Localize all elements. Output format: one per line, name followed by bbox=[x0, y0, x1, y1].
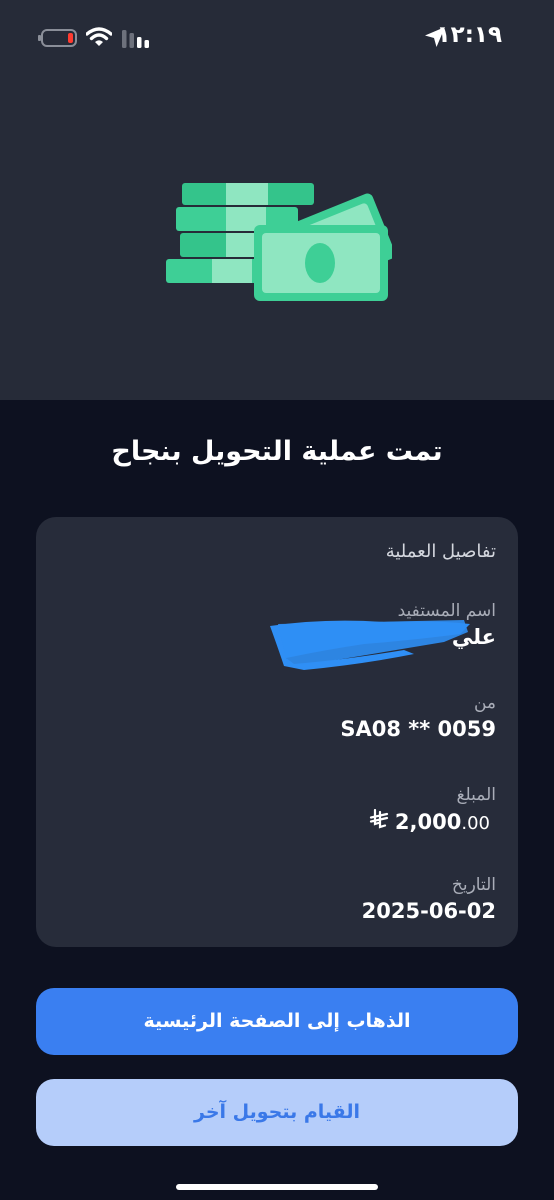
amount-decimal: .00 bbox=[461, 813, 490, 834]
go-home-button[interactable]: الذهاب إلى الصفحة الرئيسية bbox=[36, 988, 518, 1055]
battery-low-icon bbox=[38, 29, 77, 47]
from-field: من SA08 ** 0059 bbox=[56, 693, 496, 741]
from-label: من bbox=[473, 693, 496, 713]
new-transfer-button[interactable]: القيام بتحويل آخر bbox=[36, 1079, 518, 1146]
home-indicator[interactable] bbox=[176, 1184, 378, 1190]
cellular-signal-icon bbox=[122, 30, 149, 48]
hero-banner: ١٢:١٩ bbox=[0, 0, 554, 400]
success-title: تمت عملية التحويل بنجاح bbox=[111, 436, 443, 467]
date-field: التاريخ 2025-06-02 bbox=[56, 875, 496, 923]
transfer-success-screen: ١٢:١٩ تمت عملية التحويل بنجاح تفاصيل الع… bbox=[0, 0, 554, 1200]
amount-field: المبلغ 2,000.00 bbox=[56, 785, 496, 834]
date-label: التاريخ bbox=[451, 875, 496, 895]
money-stack-icon bbox=[166, 183, 392, 301]
redaction-scribble bbox=[270, 620, 470, 670]
status-bar: ١٢:١٩ bbox=[0, 0, 554, 76]
transaction-details-card: تفاصيل العملية اسم المستفيد علي من SA08 … bbox=[36, 517, 518, 947]
saudi-riyal-icon bbox=[369, 809, 389, 829]
date-value: 2025-06-02 bbox=[361, 899, 496, 923]
wifi-icon bbox=[86, 27, 112, 46]
amount-label: المبلغ bbox=[456, 785, 496, 805]
from-account-value: SA08 ** 0059 bbox=[340, 717, 496, 741]
amount-row: 2,000.00 bbox=[56, 809, 496, 834]
card-heading: تفاصيل العملية bbox=[385, 541, 496, 562]
amount-value: 2,000.00 bbox=[395, 810, 490, 834]
amount-whole: 2,000 bbox=[394, 810, 462, 834]
status-time: ١٢:١٩ bbox=[436, 22, 502, 48]
